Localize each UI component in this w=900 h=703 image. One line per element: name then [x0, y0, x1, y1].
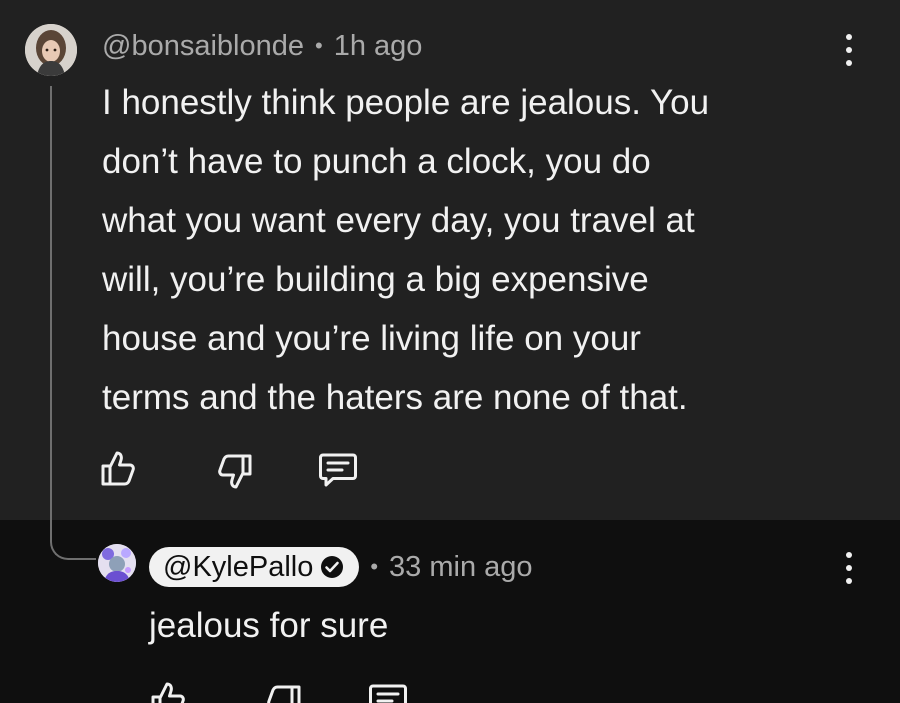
reply-icon[interactable] — [318, 452, 358, 488]
reply-icon[interactable] — [368, 683, 408, 703]
comment-text: I honestly think people are jealous. You… — [102, 73, 862, 427]
meta-separator: • — [370, 554, 379, 579]
comment-timestamp[interactable]: 33 min ago — [389, 551, 533, 584]
avatar[interactable] — [98, 544, 136, 582]
avatar-image — [25, 24, 77, 76]
comment-text-line: house and you’re living life on your — [102, 319, 641, 358]
comment-timestamp[interactable]: 1h ago — [334, 30, 423, 63]
comment-meta: @KylePallo • 33 min ago — [149, 547, 533, 587]
comment-text-line: will, you’re building a big expensive — [102, 260, 649, 299]
thumbs-up-icon[interactable] — [150, 680, 186, 703]
meta-separator: • — [314, 33, 323, 58]
author-handle[interactable]: @bonsaiblonde — [102, 30, 304, 63]
thumbs-down-icon[interactable] — [266, 684, 302, 703]
avatar[interactable] — [25, 24, 77, 76]
reply-text: jealous for sure — [149, 606, 389, 645]
thumbs-down-icon[interactable] — [217, 453, 253, 491]
avatar-image — [98, 544, 136, 582]
thumbs-up-icon[interactable] — [100, 449, 136, 487]
comment-meta: @bonsaiblonde • 1h ago — [102, 28, 422, 64]
comment-text-line: I honestly think people are jealous. You — [102, 83, 710, 122]
thread-connector — [50, 520, 96, 560]
verified-badge-icon — [319, 554, 345, 580]
author-handle: @KylePallo — [163, 550, 314, 583]
comment-text-line: what you want every day, you travel at — [102, 201, 695, 240]
comment-text-line: don’t have to punch a clock, you do — [102, 142, 651, 181]
more-options-icon[interactable] — [839, 552, 859, 584]
creator-badge[interactable]: @KylePallo — [149, 547, 360, 587]
more-options-icon[interactable] — [839, 34, 859, 66]
thread-line — [50, 86, 52, 536]
comment-text-line: terms and the haters are none of that. — [102, 378, 688, 417]
